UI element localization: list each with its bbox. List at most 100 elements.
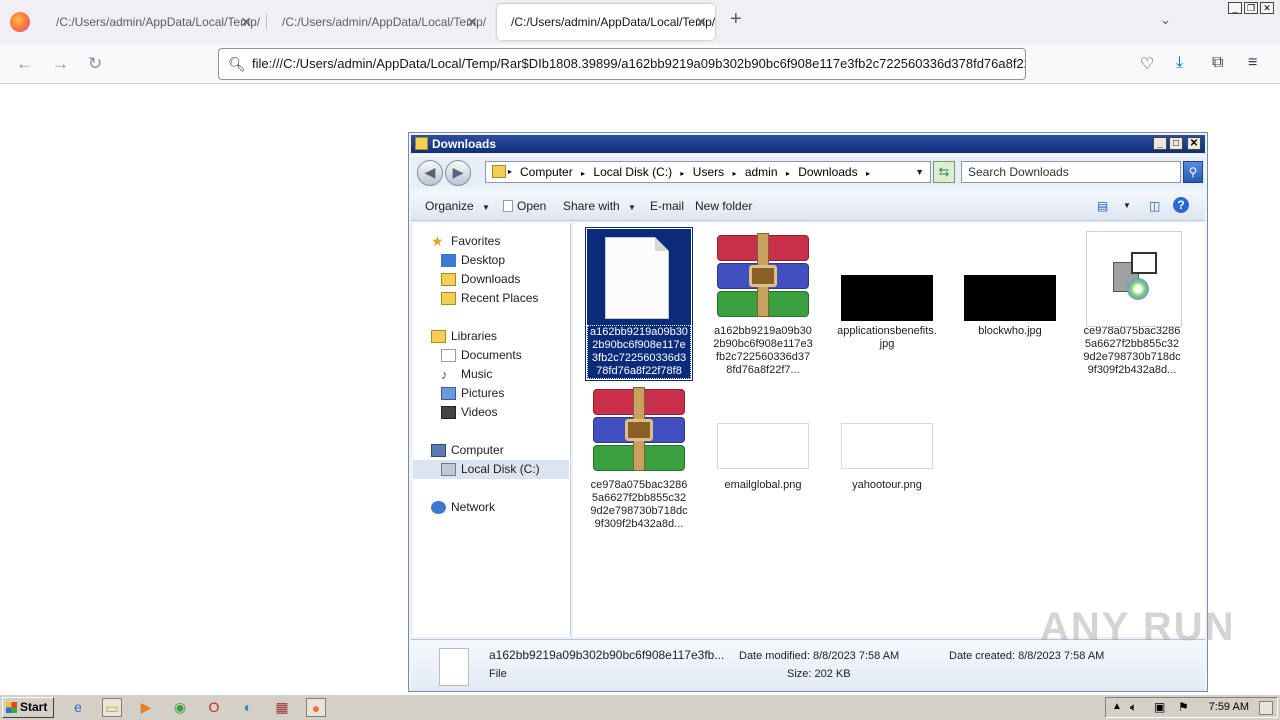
back-icon[interactable]: ←	[16, 54, 33, 74]
file-name: emailglobal.png	[724, 479, 802, 491]
nav-recent-places[interactable]: Recent Places	[441, 289, 538, 308]
tab-3-active[interactable]: /C:/Users/admin/AppData/Local/Temp/Rar$D…	[497, 4, 715, 40]
volume-icon[interactable]: 🔈︎	[1130, 700, 1137, 715]
explorer-maximize-icon[interactable]: □	[1169, 137, 1183, 150]
nav-pictures[interactable]: Pictures	[441, 384, 504, 403]
search-icon[interactable]: ⚲	[1183, 161, 1203, 183]
file-item[interactable]: ce978a075bac32865a6627f2bb855c329d2e7987…	[587, 383, 691, 531]
media-player-icon[interactable]: ▶	[136, 698, 156, 717]
pocket-icon[interactable]: ♡	[1140, 54, 1154, 74]
explorer-minimize-icon[interactable]: _	[1153, 137, 1167, 150]
nav-music[interactable]: ♪ Music	[441, 365, 492, 384]
clock: 7:59 AM	[1208, 701, 1249, 713]
new-folder-button[interactable]: New folder	[695, 199, 752, 213]
change-view-icon[interactable]: ▤	[1097, 199, 1108, 213]
file-thumbnail	[958, 229, 1062, 325]
nav-libraries[interactable]: Libraries	[431, 327, 497, 346]
tab-1[interactable]: /C:/Users/admin/AppData/Local/Temp/Rar$D…	[42, 4, 260, 40]
nav-videos[interactable]: Videos	[441, 403, 497, 422]
chevron-down-icon: ▼	[482, 203, 490, 212]
nav-desktop[interactable]: Desktop	[441, 251, 505, 270]
nav-localdisk-label: Local Disk (C:)	[461, 462, 540, 476]
action-center-flag-icon[interactable]: ⚑	[1178, 700, 1189, 714]
show-hidden-icons-icon[interactable]: ▲	[1112, 701, 1122, 712]
chrome-icon[interactable]: ◉	[170, 698, 190, 717]
url-bar[interactable]: 🔍︎ file:///C:/Users/admin/AppData/Local/…	[218, 48, 1026, 80]
file-name: a162bb9219a09b302b90bc6f908e117e3fb2c722…	[713, 325, 813, 376]
system-tray: ▲ 🔈︎ ▣ ⚑ 7:59 AM	[1105, 697, 1278, 718]
file-name: ce978a075bac32865a6627f2bb855c329d2e7987…	[590, 479, 688, 530]
file-item[interactable]: ce978a075bac32865a6627f2bb855c329d2e7987…	[1080, 229, 1184, 377]
breadcrumb-computer[interactable]: Computer	[520, 165, 573, 179]
file-item[interactable]: a162bb9219a09b302b90bc6f908e117e3fb2c722…	[585, 227, 693, 381]
download-icon[interactable]: ⤓	[1176, 54, 1183, 72]
file-item[interactable]: applicationsbenefits.jpg	[835, 229, 939, 351]
nav-recent-label: Recent Places	[461, 291, 539, 305]
close-window-icon[interactable]: ✕	[1260, 2, 1274, 14]
explorer-taskbar-icon[interactable]: ▭	[102, 698, 122, 717]
breadcrumb-users[interactable]: Users	[693, 165, 724, 179]
preview-pane-icon[interactable]: ◫	[1149, 199, 1160, 213]
breadcrumb-admin[interactable]: admin	[745, 165, 778, 179]
opera-icon[interactable]: O	[204, 698, 224, 717]
file-thumbnail	[835, 229, 939, 325]
back-arrow-icon[interactable]: ◀	[417, 160, 443, 186]
breadcrumb-downloads[interactable]: Downloads	[798, 165, 857, 179]
firefox-logo-icon[interactable]	[10, 12, 30, 32]
explorer-close-icon[interactable]: ✕	[1187, 137, 1201, 150]
recent-places-icon	[441, 292, 456, 305]
new-tab-icon[interactable]: +	[730, 8, 742, 31]
restore-window-icon[interactable]: ❐	[1244, 2, 1258, 14]
firefox-taskbar-icon[interactable]: ●	[306, 698, 326, 717]
tab-2-close-icon[interactable]: ✕	[466, 4, 478, 40]
videos-icon	[441, 406, 456, 419]
nav-downloads[interactable]: Downloads	[441, 270, 520, 289]
reload-icon[interactable]: ↻	[88, 54, 102, 74]
file-item[interactable]: blockwho.jpg	[958, 229, 1062, 338]
forward-icon[interactable]: →	[52, 54, 69, 74]
view-options-chevron-icon[interactable]: ▼	[1123, 201, 1131, 210]
share-with-button[interactable]: Share with ▼	[563, 199, 636, 213]
folder-icon	[492, 165, 506, 178]
show-desktop-icon[interactable]	[1259, 701, 1273, 715]
minimize-window-icon[interactable]: _	[1228, 2, 1242, 14]
explorer-title-bar[interactable]: Downloads _ □ ✕	[411, 135, 1205, 153]
forward-arrow-icon[interactable]: ▶	[445, 160, 471, 186]
tab-1-close-icon[interactable]: ✕	[240, 4, 252, 40]
help-icon[interactable]: ?	[1173, 197, 1189, 213]
winrar-icon[interactable]: ▦	[272, 698, 292, 717]
nav-computer[interactable]: Computer	[431, 441, 504, 460]
nav-favorites[interactable]: ★ Favorites	[431, 232, 500, 251]
menu-icon[interactable]: ≡	[1248, 54, 1257, 72]
address-breadcrumb[interactable]: ▸ Computer ▸ Local Disk (C:) ▸ Users ▸ a…	[485, 161, 931, 183]
file-item[interactable]: yahootour.png	[835, 383, 939, 492]
internet-explorer-icon[interactable]: e	[68, 698, 88, 717]
extensions-icon[interactable]: ⧉	[1212, 54, 1223, 72]
hard-disk-icon	[441, 463, 456, 476]
open-button[interactable]: Open	[503, 199, 546, 213]
tab-2[interactable]: /C:/Users/admin/AppData/Local/Temp/Rar$D…	[268, 4, 486, 40]
nav-local-disk[interactable]: Local Disk (C:)	[413, 460, 569, 479]
tab-3-close-icon[interactable]: ✕	[695, 4, 707, 40]
breadcrumb-local-disk[interactable]: Local Disk (C:)	[593, 165, 672, 179]
file-item[interactable]: a162bb9219a09b302b90bc6f908e117e3fb2c722…	[711, 229, 815, 377]
list-all-tabs-icon[interactable]: ⌄	[1160, 12, 1171, 28]
file-icon	[503, 200, 513, 212]
share-label: Share with	[563, 199, 620, 213]
nav-documents[interactable]: Documents	[441, 346, 522, 365]
desktop-icon	[441, 254, 456, 267]
chevron-down-icon[interactable]: ▼	[915, 162, 924, 182]
nav-videos-label: Videos	[461, 405, 498, 419]
start-button[interactable]: Start	[2, 697, 54, 718]
refresh-icon[interactable]: ⇆	[933, 161, 955, 183]
file-item[interactable]: emailglobal.png	[711, 383, 815, 492]
organize-button[interactable]: Organize ▼	[425, 199, 490, 213]
search-icon: 🔍︎	[228, 56, 246, 72]
taskbar: Start e ▭ ▶ ◉ O ◐ ▦ ● ▲ 🔈︎ ▣ ⚑ 7:59 AM	[0, 694, 1280, 720]
search-input[interactable]: Search Downloads	[961, 161, 1181, 183]
email-button[interactable]: E-mail	[650, 199, 684, 213]
nav-network[interactable]: Network	[431, 498, 495, 517]
network-tray-icon[interactable]: ▣	[1154, 700, 1165, 714]
edge-icon[interactable]: ◐	[238, 698, 258, 717]
chevron-down-icon: ▼	[628, 203, 636, 212]
